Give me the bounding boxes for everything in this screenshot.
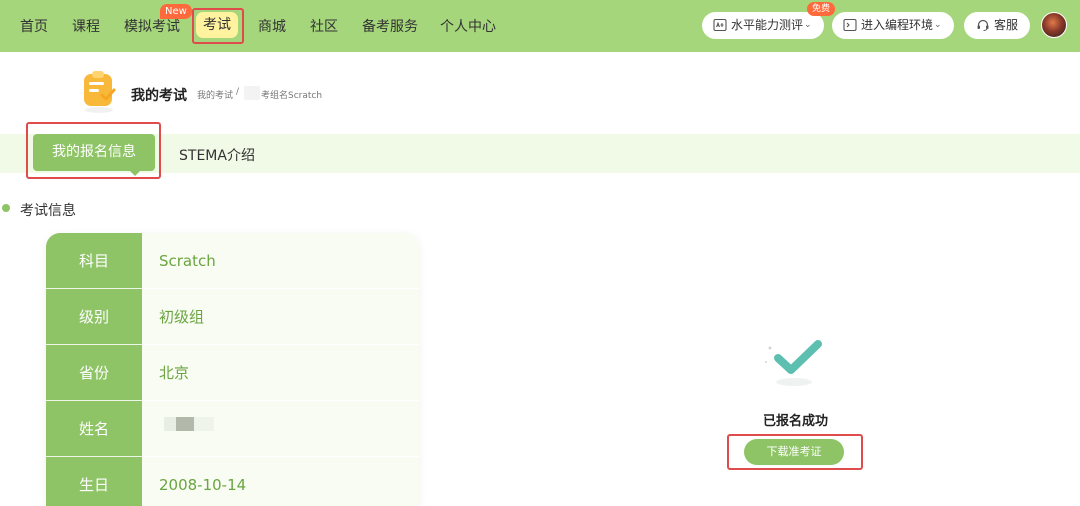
row-value: 2008-10-14 [159,476,247,494]
row-value: 初级组 [159,308,205,326]
nav-item-mall[interactable]: 商城 [258,16,286,36]
customer-service-label: 客服 [994,18,1019,32]
top-navigation-bar: 首页 课程 模拟考试 New 考试 商城 社区 备考服务 个人中心 水平能力测评… [0,0,1080,52]
coding-environment-label: 进入编程环境 [861,18,934,32]
assessment-label: 水平能力测评 [731,18,804,32]
tab-bar [0,134,1080,173]
row-label: 省份 [78,364,109,382]
section-title: 考试信息 [20,203,76,219]
nav-item-exam-service[interactable]: 备考服务 [362,16,418,36]
highlight-box-registration-tab [26,122,161,179]
row-value: Scratch [159,252,216,270]
headset-icon [977,19,989,31]
nav-item-mock-exam[interactable]: 模拟考试 [124,16,180,36]
exam-info-table: 科目 Scratch 级别 初级组 省份 北京 姓名 生日 2008-10-14 [46,233,419,506]
row-value: 北京 [159,364,190,382]
tab-stema-intro[interactable]: STEMA介绍 [179,145,255,165]
registration-success-text: 已报名成功 [763,414,829,429]
name-blurred-value [164,417,214,431]
nav-item-community[interactable]: 社区 [310,16,338,36]
user-avatar[interactable] [1041,12,1067,38]
customer-service-button[interactable]: 客服 [964,12,1030,39]
new-badge: New [160,4,192,19]
nav-item-courses[interactable]: 课程 [72,16,100,36]
exam-clipboard-icon [84,71,116,113]
free-badge: 免费 [807,2,836,16]
highlight-box-exam-nav [192,8,244,44]
breadcrumb-blurred-text [244,86,260,100]
table-row: 姓名 [46,401,419,457]
table-row: 省份 北京 [46,345,419,401]
breadcrumb-my-exam[interactable]: 我的考试 [197,88,233,101]
highlight-box-download-button [727,434,863,470]
row-label: 级别 [78,308,109,326]
chevron-down-icon: ⌄ [934,20,942,30]
assessment-dropdown[interactable]: 水平能力测评 ⌄ [702,12,824,39]
section-bullet [2,204,10,212]
assessment-icon [713,18,727,32]
table-row: 级别 初级组 [46,289,419,345]
page-title: 我的考试 [131,88,187,104]
table-row: 生日 2008-10-14 [46,457,419,506]
nav-item-home[interactable]: 首页 [20,16,48,36]
row-label: 科目 [78,252,109,270]
row-label: 姓名 [78,420,109,438]
coding-environment-dropdown[interactable]: 进入编程环境 ⌄ [832,12,954,39]
success-check-icon [765,340,822,386]
chevron-down-icon: ⌄ [804,20,812,30]
breadcrumb-current: 考组名Scratch [261,91,323,101]
breadcrumb-separator: / [236,87,240,97]
terminal-icon [843,18,857,32]
table-row: 科目 Scratch [46,233,419,289]
nav-item-personal-center[interactable]: 个人中心 [440,16,496,36]
row-label: 生日 [78,476,109,494]
